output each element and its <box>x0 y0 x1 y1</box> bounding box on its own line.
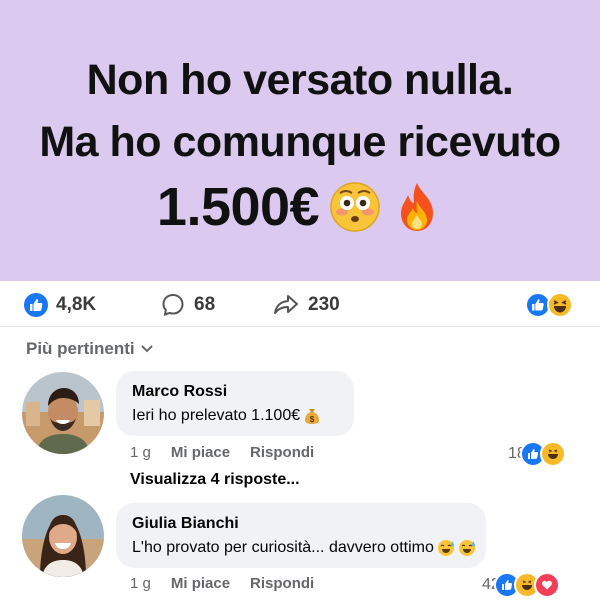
comment-bubble-giulia: Giulia Bianchi L'ho provato per curiosit… <box>116 503 486 568</box>
headline-line-1: Non ho versato nulla. <box>86 56 514 104</box>
sort-label: Più pertinenti <box>26 339 135 358</box>
chevron-down-icon <box>140 345 153 353</box>
comment-count-button[interactable]: 68 <box>160 287 215 323</box>
like-count-button[interactable]: 4,8K <box>24 287 96 323</box>
sweat-smile-icon <box>437 540 454 556</box>
comment-text-row: L'ho provato per curiosità... davvero ot… <box>132 539 476 557</box>
comment-actions: 1 g Mi piace Rispondi <box>130 444 314 461</box>
comment-author[interactable]: Giulia Bianchi <box>132 515 239 533</box>
avatar-marco-rossi[interactable] <box>22 372 104 454</box>
comment-reactions[interactable]: 42 <box>482 572 560 598</box>
comment-time: 1 g <box>130 575 151 592</box>
sweat-smile-icon <box>458 540 475 556</box>
avatar-photo <box>22 495 104 577</box>
comment-time: 1 g <box>130 444 151 461</box>
fire-icon <box>401 183 434 231</box>
like-comment-button[interactable]: Mi piace <box>171 575 230 592</box>
view-replies-link[interactable]: Visualizza 4 risposte... <box>130 471 300 489</box>
flushed-face-icon <box>330 182 380 232</box>
post-reactions-summary[interactable] <box>525 287 573 323</box>
comment-author[interactable]: Marco Rossi <box>132 383 227 401</box>
love-reaction-icon <box>533 572 560 598</box>
stats-divider <box>0 326 600 327</box>
comment-text: L'ho provato per curiosità... davvero ot… <box>132 539 434 556</box>
like-icon <box>24 293 48 317</box>
headline-amount: 1.500€ <box>156 177 320 237</box>
haha-reaction-icon <box>547 292 573 318</box>
reply-button[interactable]: Rispondi <box>250 575 314 592</box>
comment-text-row: Ieri ho prelevato 1.100€ $ <box>132 407 321 425</box>
haha-reaction-icon <box>539 441 566 467</box>
comment-sort-dropdown[interactable]: Più pertinenti <box>26 339 153 359</box>
money-bag-icon: $ <box>305 409 320 424</box>
avatar-photo <box>22 372 104 454</box>
comment-text: Ieri ho prelevato 1.100€ <box>132 407 301 424</box>
svg-text:$: $ <box>310 415 315 424</box>
comment-bubble-icon <box>162 293 184 317</box>
share-count-button[interactable]: 230 <box>272 287 340 323</box>
comment-bubble-marco: Marco Rossi Ieri ho prelevato 1.100€ $ <box>116 371 354 436</box>
comment-count: 68 <box>194 294 216 315</box>
share-count: 230 <box>308 294 340 315</box>
headline-amount-row: 1.500€ <box>0 176 600 238</box>
post-banner: Non ho versato nulla. Ma ho comunque ric… <box>0 0 600 281</box>
share-arrow-icon <box>274 295 298 314</box>
comment-actions: 1 g Mi piace Rispondi <box>130 575 314 592</box>
like-comment-button[interactable]: Mi piace <box>171 444 230 461</box>
post-stats-bar: 4,8K 68 230 <box>0 287 600 323</box>
reply-button[interactable]: Rispondi <box>250 444 314 461</box>
like-count: 4,8K <box>56 294 97 315</box>
headline-line-2: Ma ho comunque ricevuto <box>39 118 561 166</box>
avatar-giulia-bianchi[interactable] <box>22 495 104 577</box>
comment-reactions[interactable]: 18 <box>508 441 566 467</box>
